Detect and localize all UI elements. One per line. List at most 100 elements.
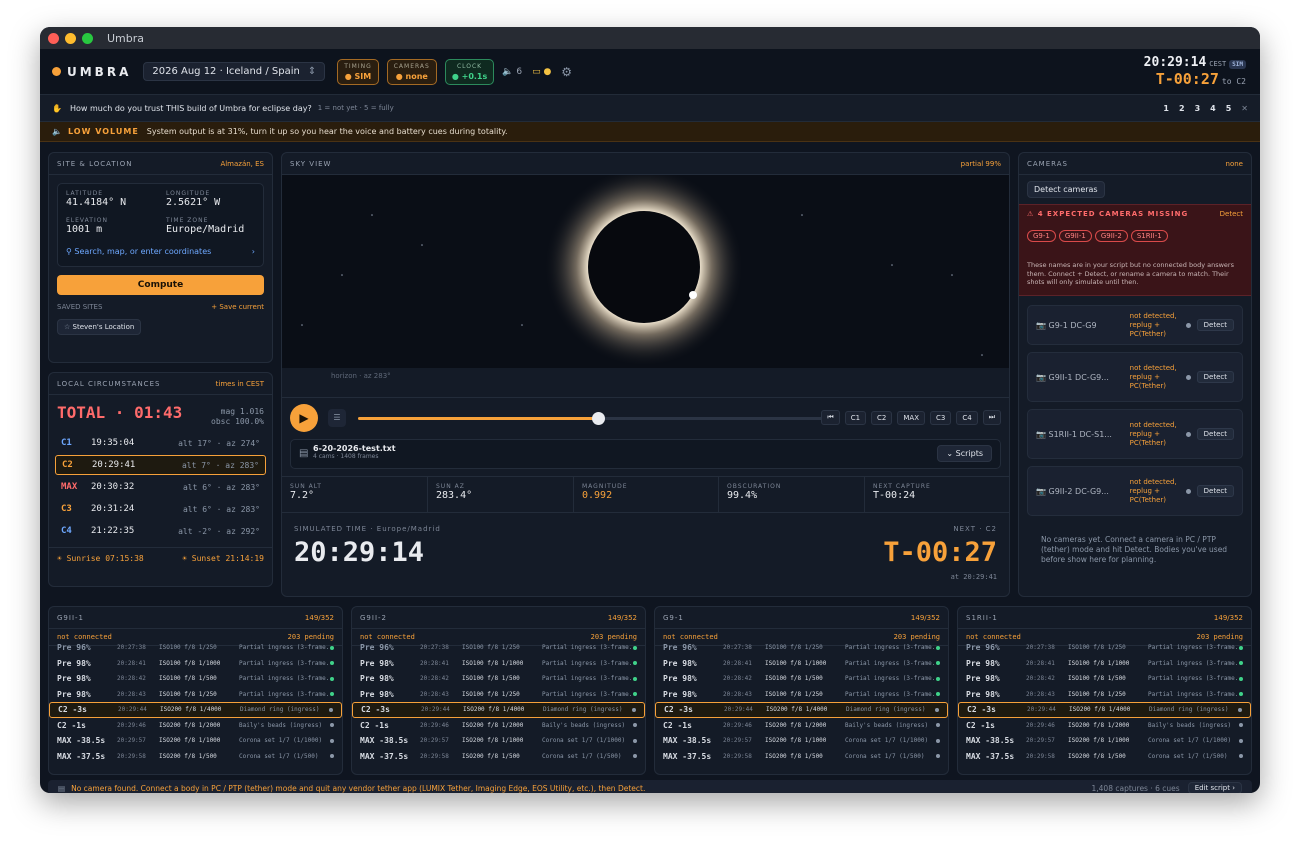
shot-settings: ISO100 f/8 1/1000 xyxy=(462,659,524,667)
shot-description: Corona set 1/7 (1/500) xyxy=(542,752,622,760)
queue-row[interactable]: Pre 98% 20:28:42 ISO100 f/8 1/500 Partial i… xyxy=(352,671,645,687)
eclipse-select[interactable]: 2026 Aug 12 · Iceland / Spain ⇕ xyxy=(143,62,326,81)
timeline-handle[interactable] xyxy=(591,412,605,425)
trust-option-4[interactable]: 4 xyxy=(1210,104,1216,113)
queue-row[interactable]: Pre 98% 20:28:43 ISO100 f/8 1/250 Partial i… xyxy=(49,687,342,703)
camera-detect-button[interactable]: Detect xyxy=(1196,485,1234,497)
queue-row[interactable]: Pre 96% 20:27:38 ISO100 f/8 1/250 Partial i… xyxy=(49,640,342,656)
camera-detect-button[interactable]: Detect xyxy=(1196,371,1234,383)
queue-row[interactable]: MAX -36.5s20:29:59ISO200 f/8 1/250Corona… xyxy=(655,764,948,768)
skip-start-icon[interactable]: ⏮ xyxy=(821,410,840,425)
queue-row[interactable]: Pre 98% 20:28:41 ISO100 f/8 1/1000 Partial … xyxy=(655,656,948,672)
queue-row[interactable]: MAX -37.5s 20:29:58 ISO200 f/8 1/500 Corona… xyxy=(49,749,342,765)
clock-pill[interactable]: CLOCK ● +0.1s xyxy=(444,58,495,85)
camera-detect-button[interactable]: Detect xyxy=(1196,319,1234,331)
camera-row[interactable]: 📷 G9-1 DC-G9 not detected, replug + PC(Te… xyxy=(1027,305,1243,345)
trust-option-1[interactable]: 1 xyxy=(1163,104,1169,113)
event-row-c3[interactable]: C3 20:31:24 alt 6° · az 283° xyxy=(55,499,266,519)
queue-row[interactable]: Pre 98% 20:28:43 ISO100 f/8 1/250 Partial i… xyxy=(352,687,645,703)
shot-settings: ISO200 f/8 1/4000 xyxy=(160,706,222,714)
edit-script-button[interactable]: Edit script › xyxy=(1187,782,1242,793)
shot-time: 20:27:38 xyxy=(117,644,146,652)
queue-row[interactable]: C2 -1s 20:29:46 ISO200 f/8 1/2000 Baily's b… xyxy=(958,718,1251,734)
camera-row[interactable]: 📷 G9II-1 DC-G9... not detected, replug + … xyxy=(1027,352,1243,402)
detect-cameras-button[interactable]: Detect cameras xyxy=(1027,181,1105,198)
queue-row[interactable]: Pre 96% 20:27:38 ISO100 f/8 1/250 Partial i… xyxy=(958,640,1251,656)
scripts-button[interactable]: ⌄ Scripts xyxy=(937,445,992,462)
camera-row[interactable]: 📷 G9II-2 DC-G9... not detected, replug + … xyxy=(1027,466,1243,516)
battery-icon[interactable]: ▭ ● xyxy=(532,67,551,77)
app-header: UMBRA 2026 Aug 12 · Iceland / Spain ⇕ TIM… xyxy=(40,49,1260,95)
queue-row[interactable]: MAX -38.5s 20:29:57 ISO200 f/8 1/1000 Coron… xyxy=(958,733,1251,749)
queue-row[interactable]: Pre 98% 20:28:41 ISO100 f/8 1/1000 Partial … xyxy=(49,656,342,672)
queue-row[interactable]: C2 -3s 20:29:44 ISO200 f/8 1/4000 Diamond r… xyxy=(49,702,342,718)
queue-row[interactable]: C2 -1s 20:29:46 ISO200 f/8 1/2000 Baily's b… xyxy=(352,718,645,734)
minimize-window-button[interactable] xyxy=(65,32,76,44)
clock-value: +0.1s xyxy=(461,71,488,81)
queue-row[interactable]: MAX -37.5s 20:29:58 ISO200 f/8 1/500 Corona… xyxy=(352,749,645,765)
camera-detect-button[interactable]: Detect xyxy=(1196,428,1234,440)
play-button[interactable]: ▶ xyxy=(290,404,318,432)
timing-pill[interactable]: TIMING ● SIM xyxy=(337,58,379,85)
event-name: C4 xyxy=(61,526,72,536)
queue-row[interactable]: Pre 98% 20:28:43 ISO100 f/8 1/250 Partial i… xyxy=(958,687,1251,703)
trust-option-5[interactable]: 5 xyxy=(1226,104,1232,113)
shot-description: Partial ingress (3-frame... xyxy=(845,690,936,698)
queue-row[interactable]: MAX -38.5s 20:29:57 ISO200 f/8 1/1000 Coron… xyxy=(49,733,342,749)
close-icon[interactable]: ✕ xyxy=(1241,104,1248,113)
shot-offset: Pre 98% xyxy=(360,674,394,684)
event-row-c1[interactable]: C1 19:35:04 alt 17° · az 274° xyxy=(55,433,266,453)
event-row-c2[interactable]: C2 20:29:41 alt 7° · az 283° xyxy=(55,455,266,475)
elevation-label: ELEVATION xyxy=(66,217,108,224)
stat-label: OBSCURATION xyxy=(727,483,782,490)
skip-end-icon[interactable]: ⏭ xyxy=(982,410,1001,425)
alert-detect-button[interactable]: Detect xyxy=(1220,210,1243,218)
queue-row[interactable]: MAX -37.5s 20:29:58 ISO200 f/8 1/500 Corona… xyxy=(958,749,1251,765)
queue-row[interactable]: MAX -36.5s20:29:59ISO200 f/8 1/250Corona… xyxy=(49,764,342,768)
jump-c2-button[interactable]: C2 xyxy=(871,410,893,425)
zoom-window-button[interactable] xyxy=(82,32,93,44)
timeline-slider[interactable] xyxy=(358,412,837,425)
queue-row[interactable]: Pre 98% 20:28:41 ISO100 f/8 1/1000 Partial … xyxy=(958,656,1251,672)
list-icon[interactable]: ☰ xyxy=(328,409,346,427)
queue-row[interactable]: C2 -3s 20:29:44 ISO200 f/8 1/4000 Diamond r… xyxy=(655,702,948,718)
queue-row[interactable]: MAX -38.5s 20:29:57 ISO200 f/8 1/1000 Coron… xyxy=(655,733,948,749)
queue-row[interactable]: MAX -38.5s 20:29:57 ISO200 f/8 1/1000 Coron… xyxy=(352,733,645,749)
event-row-max[interactable]: MAX 20:30:32 alt 6° · az 283° xyxy=(55,477,266,497)
queue-row[interactable]: Pre 98% 20:28:41 ISO100 f/8 1/1000 Partial … xyxy=(352,656,645,672)
trust-hint: 1 = not yet · 5 = fully xyxy=(317,104,394,112)
queue-row[interactable]: C2 -1s 20:29:46 ISO200 f/8 1/2000 Baily's b… xyxy=(655,718,948,734)
queue-row[interactable]: MAX -37.5s 20:29:58 ISO200 f/8 1/500 Corona… xyxy=(655,749,948,765)
queue-row[interactable]: Pre 98% 20:28:43 ISO100 f/8 1/250 Partial i… xyxy=(655,687,948,703)
queue-row[interactable]: C2 -3s 20:29:44 ISO200 f/8 1/4000 Diamond r… xyxy=(352,702,645,718)
event-position: alt -2° · az 292° xyxy=(178,526,260,536)
queue-row[interactable]: MAX -36.5s20:29:59ISO200 f/8 1/250Corona… xyxy=(958,764,1251,768)
queue-row[interactable]: C2 -3s 20:29:44 ISO200 f/8 1/4000 Diamond r… xyxy=(958,702,1251,718)
jump-c3-button[interactable]: C3 xyxy=(930,410,952,425)
jump-max-button[interactable]: MAX xyxy=(897,410,925,425)
queue-row[interactable]: MAX -36.5s20:29:59ISO200 f/8 1/250Corona… xyxy=(352,764,645,768)
gear-icon[interactable]: ⚙ xyxy=(561,65,572,79)
jump-c4-button[interactable]: C4 xyxy=(956,410,978,425)
queue-row[interactable]: Pre 96% 20:27:38 ISO100 f/8 1/250 Partial i… xyxy=(655,640,948,656)
search-location-link[interactable]: ⚲ Search, map, or enter coordinates › xyxy=(66,247,255,256)
saved-site-chip[interactable]: ☆ Steven's Location xyxy=(57,319,142,335)
close-window-button[interactable] xyxy=(48,32,59,44)
volume-indicator[interactable]: 🔈 6 xyxy=(502,67,522,77)
save-current-button[interactable]: + Save current xyxy=(211,303,264,311)
queue-row[interactable]: Pre 96% 20:27:38 ISO100 f/8 1/250 Partial i… xyxy=(352,640,645,656)
queue-row[interactable]: Pre 98% 20:28:42 ISO100 f/8 1/500 Partial i… xyxy=(49,671,342,687)
contact-jump-buttons: ⏮ C1 C2 MAX C3 C4 ⏭ xyxy=(821,410,1001,425)
jump-c1-button[interactable]: C1 xyxy=(844,410,867,425)
event-row-c4[interactable]: C4 21:22:35 alt -2° · az 292° xyxy=(55,521,266,541)
camera-name: S1RII-1 DC-S1... xyxy=(1048,429,1112,439)
current-time: 20:29:14 xyxy=(1143,55,1207,70)
queue-row[interactable]: C2 -1s 20:29:46 ISO200 f/8 1/2000 Baily's b… xyxy=(49,718,342,734)
compute-button[interactable]: Compute xyxy=(57,275,264,295)
trust-option-2[interactable]: 2 xyxy=(1179,104,1185,113)
camera-row[interactable]: 📷 S1RII-1 DC-S1... not detected, replug +… xyxy=(1027,409,1243,459)
cameras-pill[interactable]: CAMERAS ● none xyxy=(386,58,437,85)
queue-row[interactable]: Pre 98% 20:28:42 ISO100 f/8 1/500 Partial i… xyxy=(655,671,948,687)
queue-row[interactable]: Pre 98% 20:28:42 ISO100 f/8 1/500 Partial i… xyxy=(958,671,1251,687)
trust-option-3[interactable]: 3 xyxy=(1195,104,1201,113)
